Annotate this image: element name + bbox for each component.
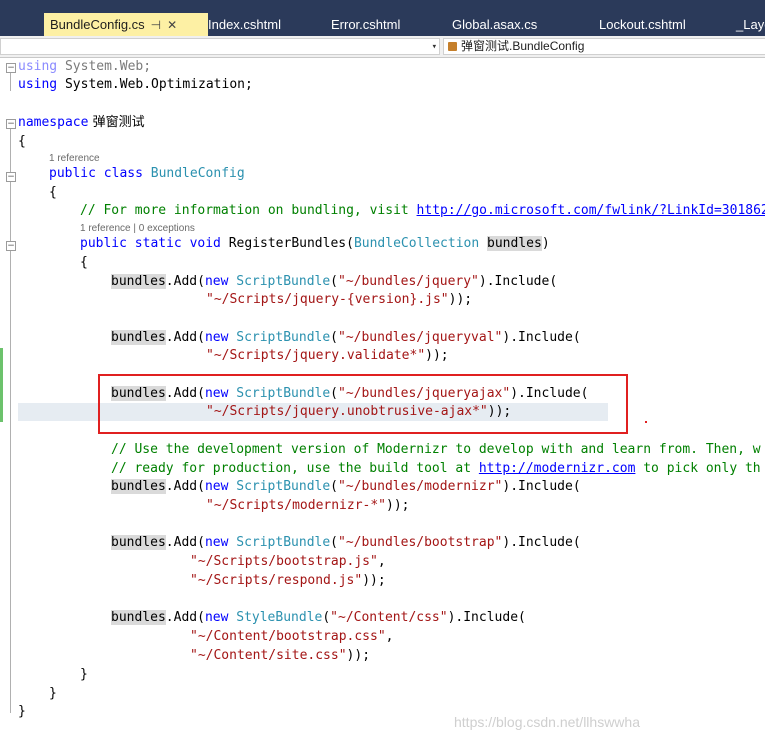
code-line: // Use the development version of Modern… bbox=[111, 442, 761, 457]
pin-icon[interactable]: ⊣ bbox=[151, 14, 161, 37]
tab-global-asax[interactable]: Global.asax.cs bbox=[452, 13, 537, 36]
tab-bundleconfig[interactable]: BundleConfig.cs ⊣ ✕ bbox=[44, 13, 208, 36]
code-line: "~/Scripts/jquery-{version}.js")); bbox=[206, 292, 473, 307]
code-line: "~/Scripts/jquery.validate*")); bbox=[206, 348, 449, 363]
tab-label: BundleConfig.cs bbox=[50, 17, 145, 32]
tab-label: Error.cshtml bbox=[331, 17, 401, 32]
type-dropdown[interactable]: ▾ bbox=[0, 38, 440, 55]
comment-link[interactable]: http://go.microsoft.com/fwlink/?LinkId=3… bbox=[417, 203, 765, 218]
code-line: } bbox=[80, 667, 88, 682]
code-line: } bbox=[49, 686, 57, 701]
tab-label: Global.asax.cs bbox=[452, 17, 538, 32]
tab-index-cshtml[interactable]: Index.cshtml bbox=[208, 13, 281, 36]
codelens-references[interactable]: 1 reference | 0 exceptions bbox=[80, 223, 195, 235]
change-indicator bbox=[0, 348, 3, 422]
annotation-highlight-box bbox=[98, 374, 628, 434]
code-line: { bbox=[49, 185, 57, 200]
fold-guide bbox=[10, 73, 11, 91]
code-line: bundles.Add(new ScriptBundle("~/bundles/… bbox=[111, 535, 581, 550]
tab-layout[interactable]: _Layo bbox=[736, 13, 765, 36]
document-tab-bar: BundleConfig.cs ⊣ ✕ Index.cshtml Error.csh… bbox=[0, 0, 765, 36]
tab-lockout-cshtml[interactable]: Lockout.cshtml bbox=[599, 13, 686, 36]
code-line: { bbox=[18, 134, 26, 149]
code-line: "~/Scripts/bootstrap.js", bbox=[190, 554, 386, 569]
watermark: https://blog.csdn.net/llhswwha bbox=[454, 714, 640, 730]
fold-toggle-icon[interactable]: − bbox=[6, 241, 16, 251]
navigation-bar: ▾ 弹窗测试.BundleConfig bbox=[0, 36, 765, 58]
code-line: // ready for production, use the build t… bbox=[111, 461, 761, 476]
code-line: "~/Scripts/modernizr-*")); bbox=[206, 498, 410, 513]
codelens-references[interactable]: 1 reference bbox=[49, 153, 100, 165]
fold-guide bbox=[10, 129, 11, 713]
code-line: { bbox=[80, 255, 88, 270]
tab-label: _Layo bbox=[736, 17, 765, 32]
code-line: bundles.Add(new ScriptBundle("~/bundles/… bbox=[111, 330, 581, 345]
class-icon bbox=[448, 42, 457, 51]
fold-toggle-icon[interactable]: − bbox=[6, 63, 16, 73]
annotation-dot bbox=[645, 421, 647, 423]
tab-label: Lockout.cshtml bbox=[599, 17, 686, 32]
code-line: "~/Content/site.css")); bbox=[190, 648, 371, 663]
code-line: namespace 弹窗测试 bbox=[18, 115, 145, 130]
code-line: public class BundleConfig bbox=[49, 166, 245, 181]
code-line: "~/Scripts/respond.js")); bbox=[190, 573, 386, 588]
fold-toggle-icon[interactable]: − bbox=[6, 172, 16, 182]
tab-label: Index.cshtml bbox=[208, 17, 281, 32]
code-line: using System.Web.Optimization; bbox=[18, 77, 253, 92]
code-line: using System.Web; bbox=[18, 59, 152, 74]
code-line: public static void RegisterBundles(Bundl… bbox=[80, 236, 550, 251]
tab-error-cshtml[interactable]: Error.cshtml bbox=[331, 13, 400, 36]
close-icon[interactable]: ✕ bbox=[167, 14, 177, 37]
code-line: bundles.Add(new ScriptBundle("~/bundles/… bbox=[111, 479, 581, 494]
member-dropdown[interactable]: 弹窗测试.BundleConfig bbox=[443, 38, 765, 55]
code-line: bundles.Add(new StyleBundle("~/Content/c… bbox=[111, 610, 526, 625]
code-line: // For more information on bundling, vis… bbox=[80, 202, 765, 220]
chevron-down-icon: ▾ bbox=[431, 42, 437, 52]
comment-link[interactable]: http://modernizr.com bbox=[479, 461, 636, 476]
fold-toggle-icon[interactable]: − bbox=[6, 119, 16, 129]
member-path: 弹窗测试.BundleConfig bbox=[461, 39, 585, 53]
code-line: bundles.Add(new ScriptBundle("~/bundles/… bbox=[111, 274, 558, 289]
code-line: } bbox=[18, 704, 26, 719]
code-line: "~/Content/bootstrap.css", bbox=[190, 629, 394, 644]
